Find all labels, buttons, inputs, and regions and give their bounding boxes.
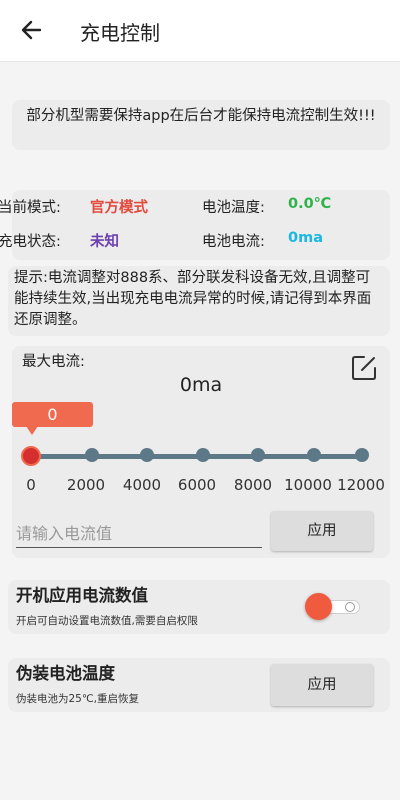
boot-apply-subtitle: 开启可自动设置电流数值,需要自启权限	[16, 615, 198, 627]
background-notice: 部分机型需要保持app在后台才能保持电流控制生效!!!	[12, 100, 390, 150]
slider-tick	[140, 448, 154, 462]
mode-value: 官方模式	[90, 200, 148, 216]
mode-label: 当前模式:	[0, 200, 61, 216]
slider-tick-label: 8000	[233, 476, 273, 494]
slider-tick	[85, 448, 99, 462]
charge-state-value: 未知	[90, 234, 119, 250]
fake-temp-panel: 伪装电池温度 伪装电池为25℃,重启恢复 应用	[8, 658, 390, 712]
slider-value-bubble: 0	[12, 402, 93, 427]
edit-icon[interactable]	[350, 354, 378, 382]
app-bar: 充电控制	[0, 0, 400, 62]
max-current-panel: 最大电流: 0ma 0 0 2000 4000 6000 8000 10000 …	[12, 346, 390, 558]
status-panel: 当前模式: 官方模式 电池温度: 0.0℃ 充电状态: 未知 电池电流: 0ma	[0, 190, 390, 260]
slider-tick-label: 6000	[177, 476, 217, 494]
max-current-label: 最大电流:	[22, 354, 85, 370]
boot-apply-panel: 开机应用电流数值 开启可自动设置电流数值,需要自启权限	[8, 580, 390, 634]
current-input[interactable]: 请输入电流值	[16, 516, 262, 548]
slider-tick-label: 0	[26, 476, 36, 494]
tips-panel: 提示:电流调整对888系、部分联发科设备无效,且调整可能持续生效,当出现充电电流…	[8, 266, 390, 336]
arrow-left-icon[interactable]	[18, 16, 46, 44]
charge-state-label: 充电状态:	[0, 234, 61, 250]
temp-label: 电池温度:	[202, 200, 265, 216]
slider-bubble-pointer	[26, 426, 38, 435]
slider-tick-label: 4000	[122, 476, 162, 494]
tips-text: 提示:电流调整对888系、部分联发科设备无效,且调整可能持续生效,当出现充电电流…	[14, 270, 372, 328]
fake-temp-subtitle: 伪装电池为25℃,重启恢复	[16, 693, 139, 705]
slider-thumb[interactable]	[21, 446, 41, 466]
current-value: 0ma	[288, 230, 323, 246]
max-current-value: 0ma	[179, 374, 223, 396]
slider-tick	[196, 448, 210, 462]
slider-tick	[251, 448, 265, 462]
apply-fake-temp-button[interactable]: 应用	[271, 664, 373, 706]
slider-tick-label: 2000	[66, 476, 106, 494]
boot-apply-switch-thumb[interactable]	[305, 593, 332, 620]
switch-off-indicator	[345, 602, 355, 612]
current-label: 电池电流:	[202, 234, 265, 250]
slider-tick	[355, 448, 369, 462]
fake-temp-title: 伪装电池温度	[16, 664, 115, 683]
boot-apply-title: 开机应用电流数值	[16, 586, 148, 605]
temp-value: 0.0℃	[288, 196, 332, 212]
slider-tick	[307, 448, 321, 462]
page-title: 充电控制	[80, 21, 160, 45]
apply-current-button[interactable]: 应用	[271, 511, 373, 551]
notice-text: 部分机型需要保持app在后台才能保持电流控制生效!!!	[26, 108, 376, 124]
slider-tick-label: 12000	[337, 476, 385, 494]
slider-tick-label: 10000	[284, 476, 332, 494]
